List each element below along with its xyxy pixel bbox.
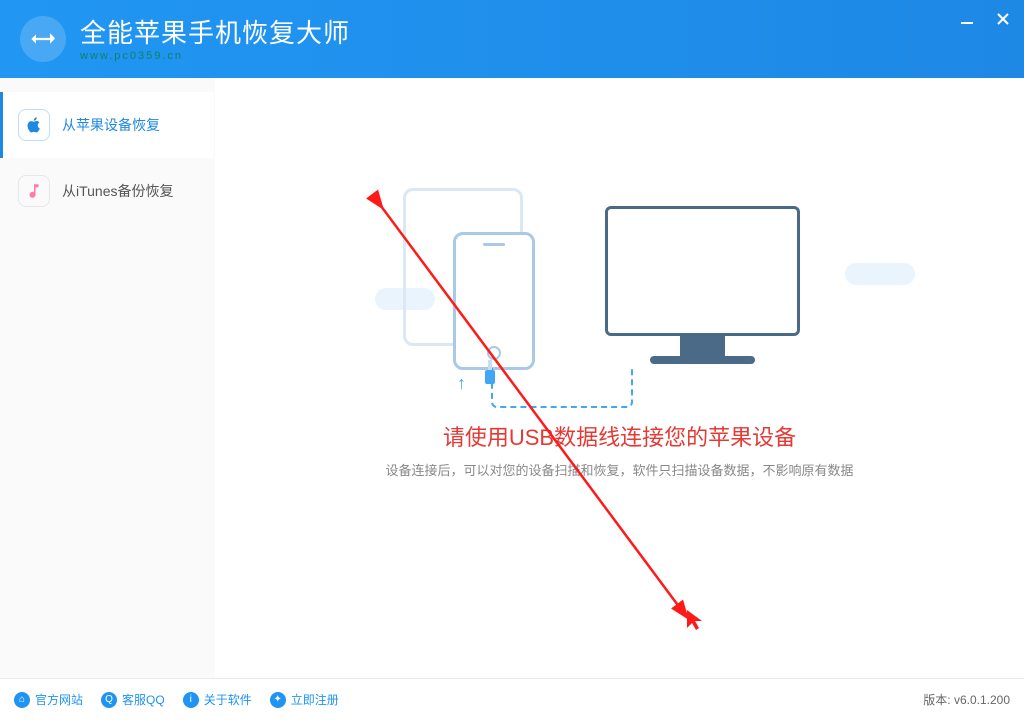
- footer-link-website[interactable]: ⌂ 官方网站: [14, 691, 83, 708]
- sidebar-item-label: 从iTunes备份恢复: [62, 181, 174, 201]
- home-icon: ⌂: [14, 692, 30, 708]
- footer-link-register[interactable]: ✦ 立即注册: [270, 691, 339, 708]
- music-note-icon: [18, 175, 50, 207]
- user-icon: ✦: [270, 692, 286, 708]
- footer: ⌂ 官方网站 Q 客服QQ i 关于软件 ✦ 立即注册 版本: v6.0.1.2…: [0, 678, 1024, 720]
- sidebar-item-itunes-recovery[interactable]: 从iTunes备份恢复: [0, 158, 214, 224]
- phone-icon: [453, 232, 535, 370]
- close-button[interactable]: [990, 6, 1016, 32]
- sidebar-item-device-recovery[interactable]: 从苹果设备恢复: [0, 92, 214, 158]
- main-panel: ↑ 请使用USB数据线连接您的苹果设备 设备连接后，可以对您的设备扫描和恢复，软…: [215, 78, 1024, 678]
- app-logo-icon: [20, 16, 66, 62]
- apple-icon: [18, 109, 50, 141]
- watermark-url: www.pc0359.cn: [80, 50, 183, 62]
- titlebar: 全能苹果手机恢复大师 www.pc0359.cn: [0, 0, 1024, 78]
- sidebar: 从苹果设备恢复 从iTunes备份恢复: [0, 78, 215, 678]
- usb-cable-icon: [491, 368, 633, 408]
- arrow-up-icon: ↑: [457, 373, 466, 394]
- cursor-icon: [685, 608, 705, 632]
- primary-message: 请使用USB数据线连接您的苹果设备: [215, 420, 1024, 452]
- monitor-icon: [605, 206, 800, 336]
- version-label: 版本: v6.0.1.200: [923, 691, 1010, 708]
- connection-illustration: ↑: [375, 188, 855, 388]
- footer-link-about[interactable]: i 关于软件: [183, 691, 252, 708]
- minimize-button[interactable]: [954, 6, 980, 32]
- footer-link-qq[interactable]: Q 客服QQ: [101, 691, 165, 708]
- info-icon: i: [183, 692, 199, 708]
- secondary-message: 设备连接后，可以对您的设备扫描和恢复，软件只扫描设备数据，不影响原有数据: [215, 460, 1024, 479]
- sidebar-item-label: 从苹果设备恢复: [62, 115, 160, 135]
- qq-icon: Q: [101, 692, 117, 708]
- app-title: 全能苹果手机恢复大师: [80, 13, 350, 50]
